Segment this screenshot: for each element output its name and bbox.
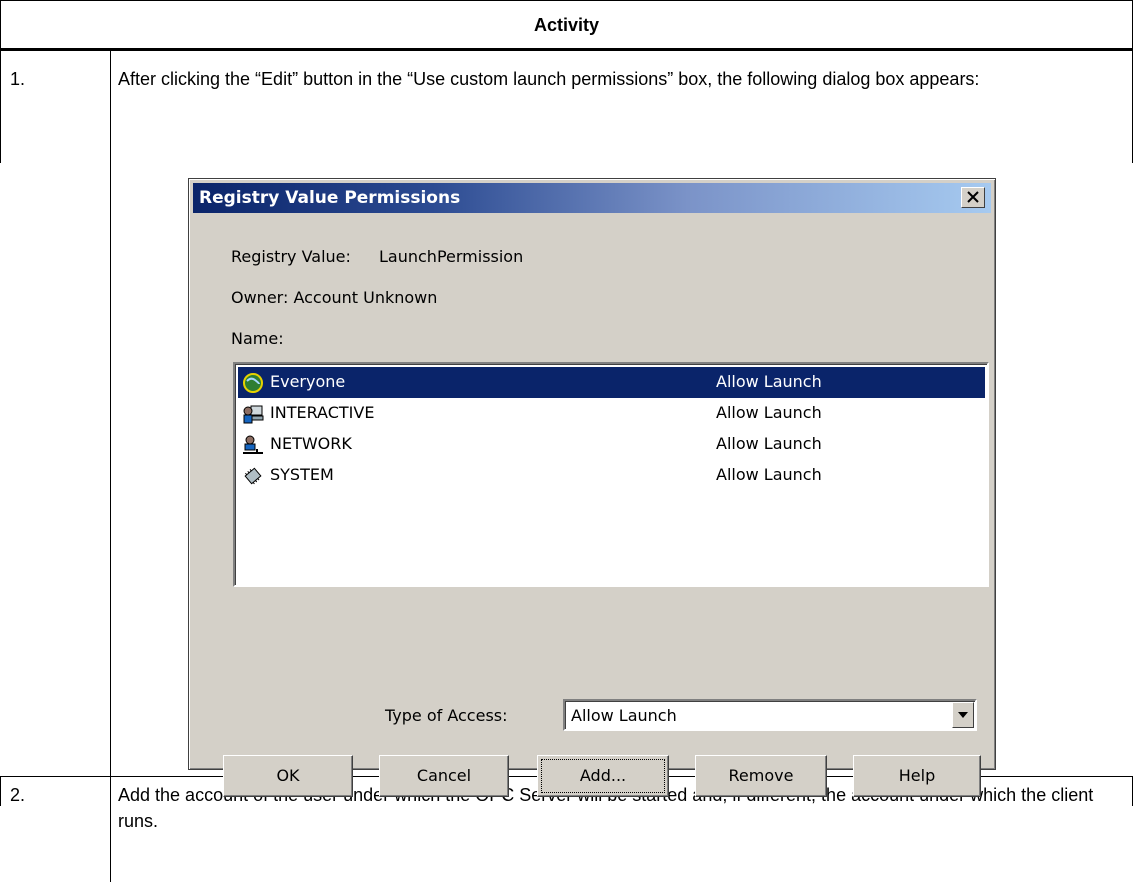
close-button[interactable] bbox=[961, 187, 985, 208]
dialog-titlebar[interactable]: Registry Value Permissions bbox=[193, 183, 991, 213]
system-chip-icon bbox=[244, 467, 262, 485]
accounts-listbox[interactable]: Everyone Allow Launch INTERACTIVE Allow … bbox=[233, 362, 989, 587]
registry-value: LaunchPermission bbox=[379, 247, 524, 266]
column-divider bbox=[110, 51, 111, 882]
list-item-everyone[interactable]: Everyone Allow Launch bbox=[238, 367, 985, 398]
step-text: After clicking the “Edit” button in the … bbox=[118, 69, 980, 89]
add-button[interactable]: Add... bbox=[537, 755, 669, 797]
account-name: NETWORK bbox=[270, 434, 352, 453]
account-permission: Allow Launch bbox=[716, 403, 822, 422]
account-name: Everyone bbox=[270, 372, 346, 391]
list-item-network[interactable]: NETWORK Allow Launch bbox=[238, 429, 985, 460]
ok-button[interactable]: OK bbox=[223, 755, 353, 797]
globe-icon bbox=[243, 373, 263, 393]
step-number: 1. bbox=[10, 69, 26, 89]
header-bottom-rule bbox=[0, 48, 1133, 51]
step-number: 2. bbox=[10, 785, 26, 805]
account-permission: Allow Launch bbox=[716, 434, 822, 453]
chevron-down-icon bbox=[958, 712, 968, 718]
dropdown-button[interactable] bbox=[952, 702, 974, 728]
type-of-access-label: Type of Access: bbox=[385, 706, 508, 725]
type-of-access-value: Allow Launch bbox=[571, 706, 677, 725]
network-user-icon bbox=[243, 435, 263, 454]
account-name: INTERACTIVE bbox=[270, 403, 375, 422]
account-permission: Allow Launch bbox=[716, 465, 822, 484]
remove-button[interactable]: Remove bbox=[695, 755, 827, 797]
list-item-interactive[interactable]: INTERACTIVE Allow Launch bbox=[238, 398, 985, 429]
name-label: Name: bbox=[231, 329, 284, 348]
account-name: SYSTEM bbox=[270, 465, 334, 484]
type-of-access-select[interactable]: Allow Launch bbox=[563, 699, 977, 731]
help-button[interactable]: Help bbox=[853, 755, 981, 797]
registry-value-permissions-dialog: Registry Value Permissions Registry Valu… bbox=[188, 178, 996, 797]
owner-line: Owner: Account Unknown bbox=[231, 288, 438, 307]
interactive-user-icon bbox=[243, 405, 264, 424]
registry-value-label: Registry Value: bbox=[231, 247, 351, 266]
dialog-title: Registry Value Permissions bbox=[199, 188, 461, 208]
table-left-border bbox=[0, 776, 1, 806]
close-icon bbox=[967, 191, 979, 203]
account-permission: Allow Launch bbox=[716, 372, 822, 391]
table-top-border bbox=[0, 0, 1133, 1]
table-header: Activity bbox=[533, 15, 600, 35]
cancel-button[interactable]: Cancel bbox=[379, 755, 509, 797]
list-item-system[interactable]: SYSTEM Allow Launch bbox=[238, 460, 985, 491]
table-left-border bbox=[0, 51, 1, 163]
